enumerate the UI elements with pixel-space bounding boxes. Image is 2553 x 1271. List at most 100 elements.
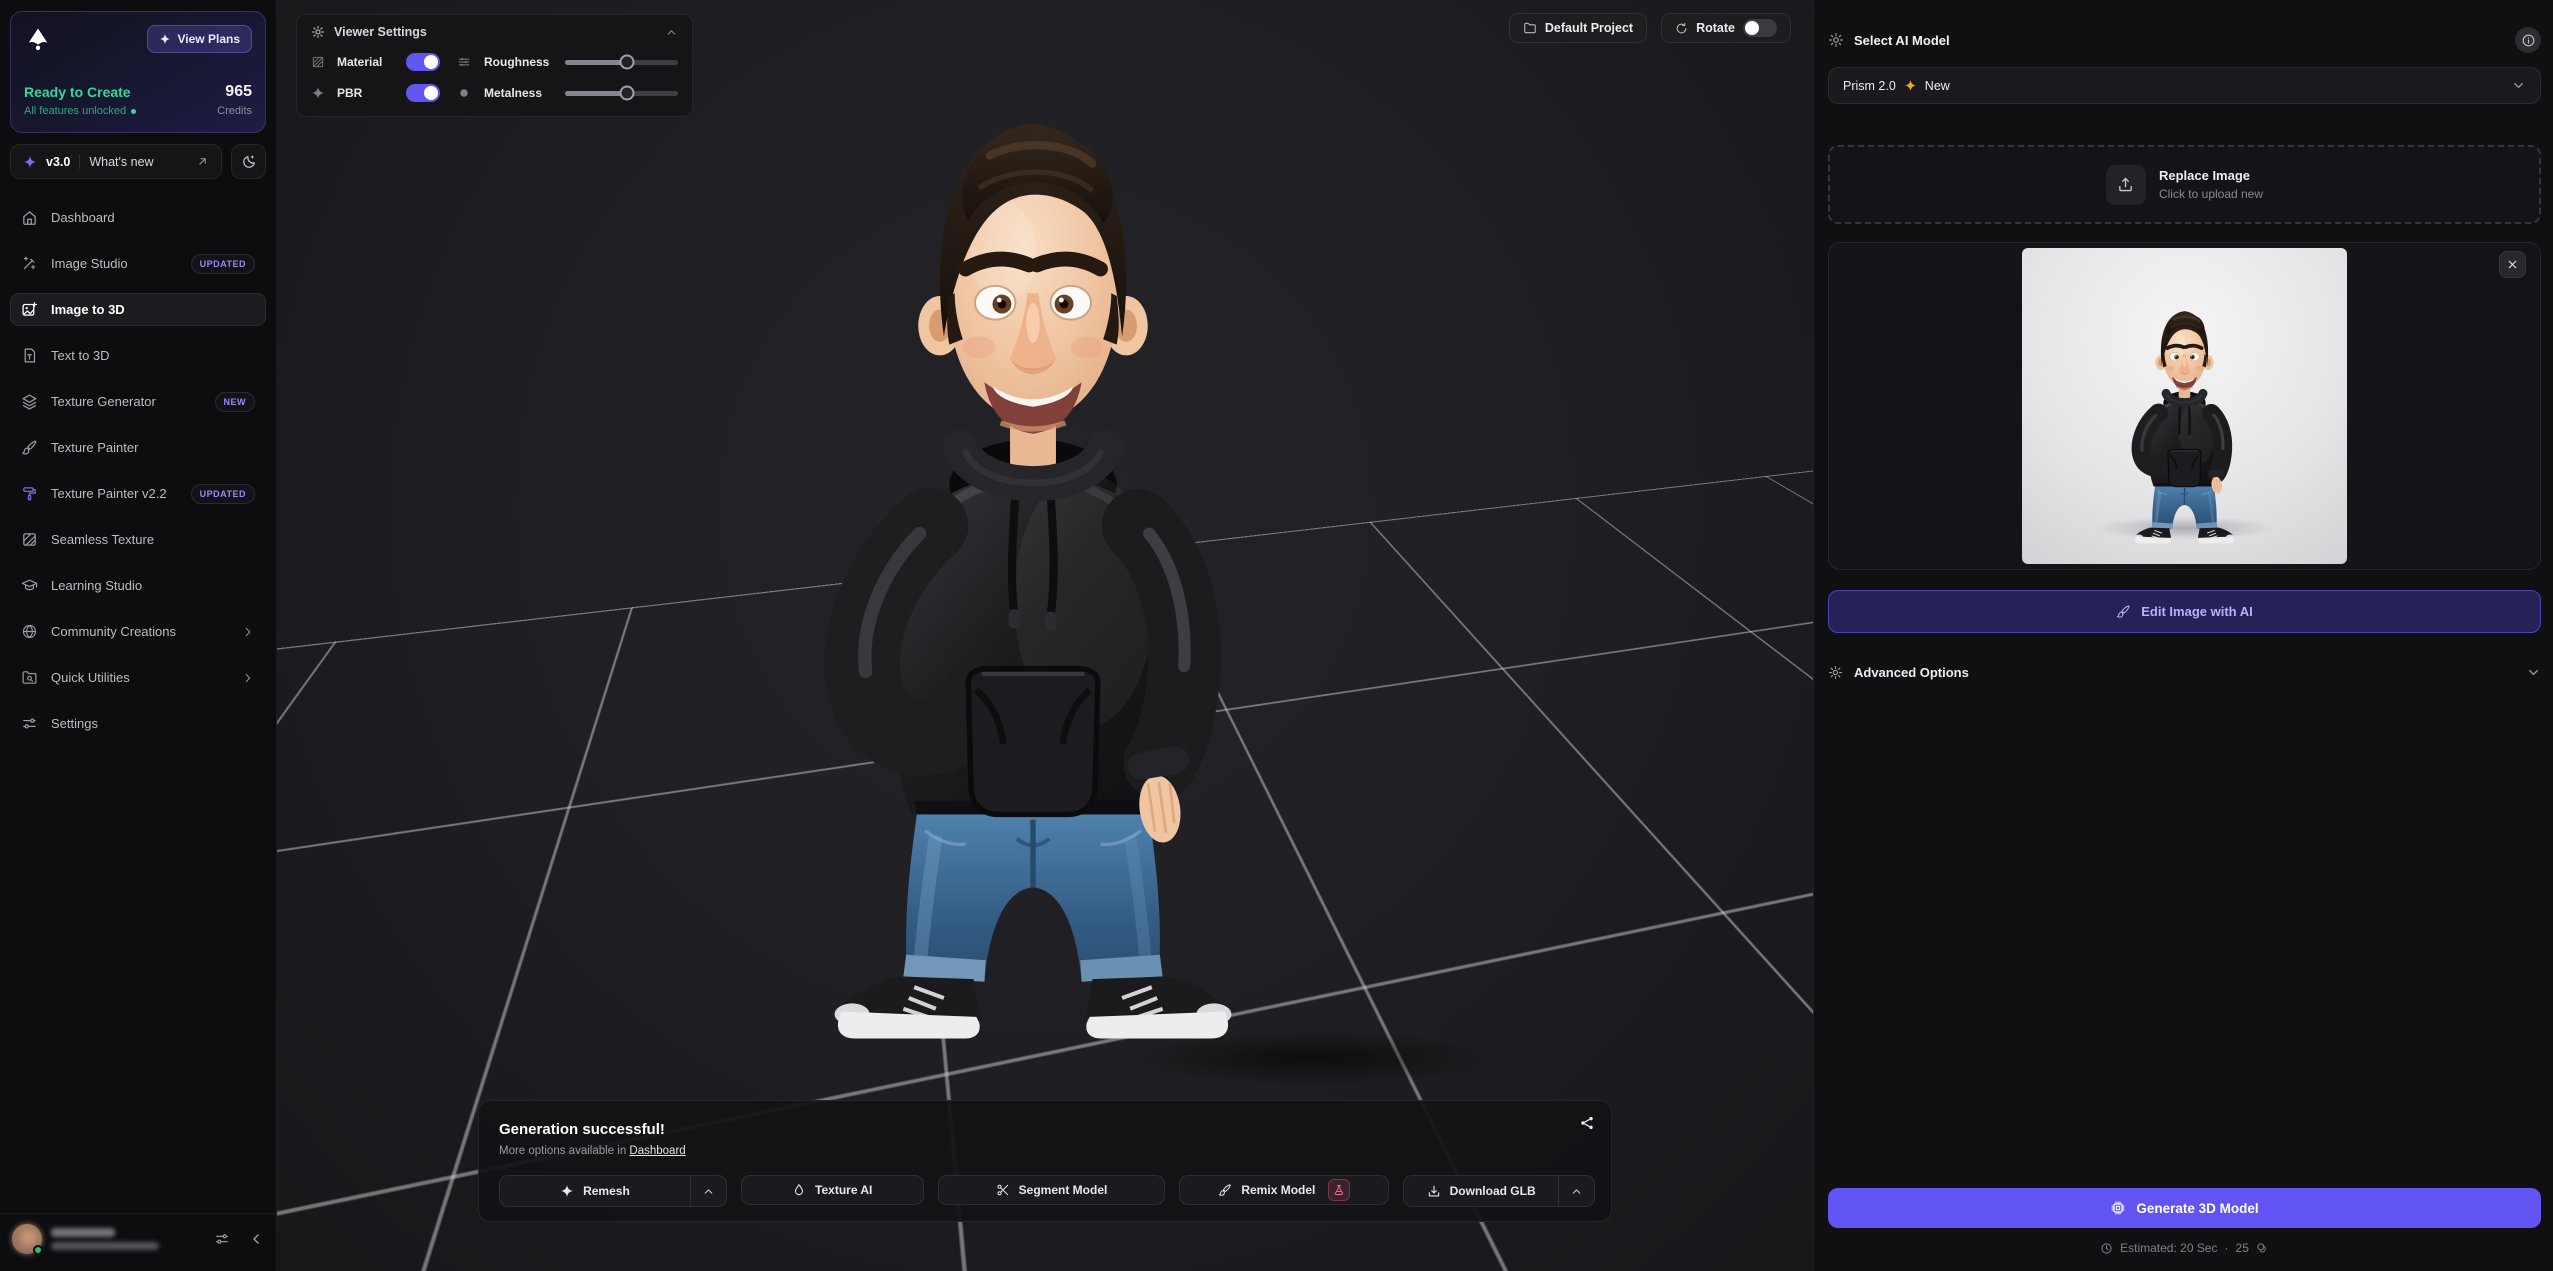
updated-badge: UPDATED xyxy=(191,484,255,504)
input-image-preview xyxy=(2022,248,2347,564)
sidebar-item-label: Image Studio xyxy=(51,256,128,271)
sidebar-item-label: Text to 3D xyxy=(51,348,110,363)
segment-model-label: Segment Model xyxy=(1019,1183,1108,1197)
gear-icon xyxy=(1828,665,1843,680)
flask-icon xyxy=(1333,1184,1345,1196)
sidebar-nav: Dashboard Image Studio UPDATED Image to … xyxy=(10,201,266,753)
roughness-slider[interactable] xyxy=(565,60,678,65)
generation-estimate: Estimated: 20 Sec · 25 xyxy=(1828,1241,2541,1261)
metalness-icon xyxy=(457,86,473,100)
theme-toggle-button[interactable] xyxy=(231,144,266,179)
edit-image-with-ai-button[interactable]: Edit Image with AI xyxy=(1828,590,2541,633)
generation-settings-panel: Select AI Model Prism 2.0 New Replace Im… xyxy=(1813,0,2553,1271)
clock-icon xyxy=(2100,1242,2113,1255)
folder-icon xyxy=(1523,21,1537,35)
remove-image-button[interactable] xyxy=(2499,251,2526,278)
grid-floor xyxy=(277,0,1813,1271)
download-button-group: Download GLB xyxy=(1403,1175,1595,1207)
credits-value: 965 xyxy=(217,83,252,101)
collapse-panel-button[interactable] xyxy=(665,26,678,39)
default-project-button[interactable]: Default Project xyxy=(1509,13,1647,43)
replace-image-dropzone[interactable]: Replace Image Click to upload new xyxy=(1828,145,2541,224)
version-tag: v3.0 xyxy=(46,155,70,169)
view-plans-button[interactable]: View Plans xyxy=(147,25,252,53)
remesh-options-button[interactable] xyxy=(690,1176,726,1206)
rotate-toggle[interactable] xyxy=(1743,19,1777,37)
segment-model-button[interactable]: Segment Model xyxy=(938,1175,1166,1205)
close-icon xyxy=(2506,258,2519,271)
sidebar-item-image-to-3d[interactable]: Image to 3D xyxy=(10,293,266,326)
estimate-time: Estimated: 20 Sec xyxy=(2120,1241,2217,1255)
sidebar-item-learning-studio[interactable]: Learning Studio xyxy=(10,569,266,602)
rotate-control: Rotate xyxy=(1661,13,1791,43)
sidebar: View Plans Ready to Create All features … xyxy=(0,0,277,1271)
download-glb-button[interactable]: Download GLB xyxy=(1404,1176,1558,1206)
sidebar-item-label: Learning Studio xyxy=(51,578,142,593)
sidebar-item-seamless-texture[interactable]: Seamless Texture xyxy=(10,523,266,556)
advanced-options-label: Advanced Options xyxy=(1854,665,1969,680)
replace-image-subtitle: Click to upload new xyxy=(2159,187,2263,201)
status-dot xyxy=(131,109,136,114)
share-icon xyxy=(1579,1115,1595,1131)
material-label: Material xyxy=(337,55,395,69)
coins-icon xyxy=(2256,1242,2269,1255)
sidebar-item-dashboard[interactable]: Dashboard xyxy=(10,201,266,234)
beta-flask-badge xyxy=(1328,1179,1350,1201)
sidebar-item-text-to-3d[interactable]: Text to 3D xyxy=(10,339,266,372)
wand-icon xyxy=(21,255,38,272)
estimate-credits: 25 xyxy=(2236,1241,2249,1255)
user-settings-button[interactable] xyxy=(214,1231,230,1247)
info-icon xyxy=(2521,33,2536,48)
remesh-button-group: Remesh xyxy=(499,1175,727,1207)
plan-status-subtitle: All features unlocked xyxy=(24,105,126,117)
home-icon xyxy=(21,209,38,226)
generate-3d-model-button[interactable]: Generate 3D Model xyxy=(1828,1188,2541,1228)
brush-icon xyxy=(2116,604,2131,619)
ai-model-select[interactable]: Prism 2.0 New xyxy=(1828,67,2541,104)
sidebar-item-texture-generator[interactable]: Texture Generator NEW xyxy=(10,385,266,418)
viewport-3d-canvas[interactable]: Viewer Settings Material Roughness PBR M… xyxy=(277,0,1813,1271)
sidebar-item-label: Texture Painter xyxy=(51,440,138,455)
texture-ai-label: Texture AI xyxy=(815,1183,872,1197)
sparkle-icon xyxy=(159,33,171,45)
sidebar-item-settings[interactable]: Settings xyxy=(10,707,266,740)
metalness-label: Metalness xyxy=(484,86,554,100)
sidebar-item-label: Texture Generator xyxy=(51,394,156,409)
roughness-label: Roughness xyxy=(484,55,554,69)
sidebar-item-image-studio[interactable]: Image Studio UPDATED xyxy=(10,247,266,280)
rotate-label: Rotate xyxy=(1696,21,1735,35)
download-options-button[interactable] xyxy=(1558,1176,1594,1206)
pbr-toggle[interactable] xyxy=(406,84,440,102)
graduation-cap-icon xyxy=(21,577,38,594)
remix-model-button[interactable]: Remix Model xyxy=(1179,1175,1389,1205)
share-button[interactable] xyxy=(1579,1115,1595,1131)
texture-ai-button[interactable]: Texture AI xyxy=(741,1175,924,1205)
download-glb-label: Download GLB xyxy=(1450,1184,1536,1198)
credits-label: Credits xyxy=(217,105,252,117)
character-shadow xyxy=(1123,1030,1503,1086)
whats-new-button[interactable]: v3.0 What's new xyxy=(10,144,222,179)
result-subtitle: More options available in xyxy=(499,1145,626,1157)
sidebar-item-texture-painter-v22[interactable]: Texture Painter v2.2 UPDATED xyxy=(10,477,266,510)
gear-icon xyxy=(1828,32,1844,48)
chip-icon xyxy=(2110,1200,2126,1216)
metalness-slider[interactable] xyxy=(565,91,678,96)
info-button[interactable] xyxy=(2515,27,2541,53)
user-account-row[interactable] xyxy=(0,1213,276,1260)
sidebar-item-label: Image to 3D xyxy=(51,302,125,317)
sidebar-item-texture-painter[interactable]: Texture Painter xyxy=(10,431,266,464)
sidebar-item-community-creations[interactable]: Community Creations xyxy=(10,615,266,648)
chevron-up-icon xyxy=(1570,1185,1583,1198)
advanced-options-toggle[interactable]: Advanced Options xyxy=(1828,665,2541,680)
brush-icon xyxy=(1218,1183,1232,1197)
sidebar-item-quick-utilities[interactable]: Quick Utilities xyxy=(10,661,266,694)
chevron-left-icon xyxy=(248,1231,264,1247)
character-preview-image xyxy=(2116,300,2253,547)
result-title: Generation successful! xyxy=(499,1121,1595,1138)
collapse-sidebar-button[interactable] xyxy=(248,1231,264,1247)
material-toggle[interactable] xyxy=(406,53,440,71)
edit-image-label: Edit Image with AI xyxy=(2141,604,2252,619)
sparkle-plus-icon xyxy=(560,1184,574,1198)
remesh-button[interactable]: Remesh xyxy=(500,1176,690,1206)
dashboard-link[interactable]: Dashboard xyxy=(629,1145,685,1157)
